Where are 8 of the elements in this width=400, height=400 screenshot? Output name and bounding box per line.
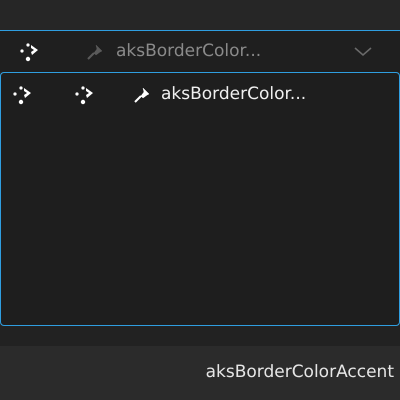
pin-icon — [133, 86, 151, 104]
dotted-arrow-icon — [18, 42, 40, 62]
pin-icon — [86, 42, 104, 60]
dropdown-value: aksBorderColor... — [116, 40, 262, 63]
dropdown[interactable]: aksBorderColor... — [0, 30, 400, 72]
dotted-arrow-icon — [73, 85, 95, 105]
dotted-arrow-icon — [11, 85, 33, 105]
property-value: aksBorderColorAccent — [206, 361, 394, 384]
